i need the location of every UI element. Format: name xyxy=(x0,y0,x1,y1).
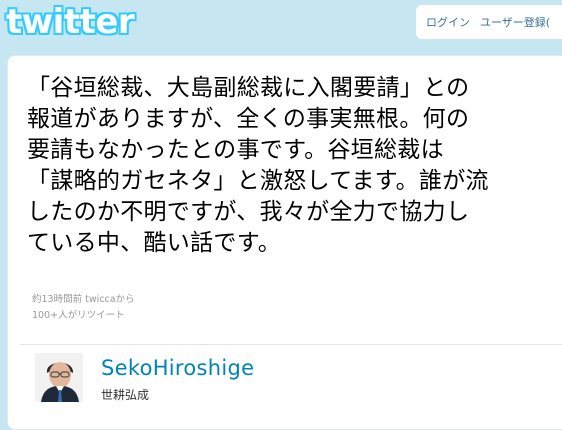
tweet-text: 「谷垣総裁、大島副総裁に入閣要請」との 報道がありますが、全くの事実無根。何の … xyxy=(27,75,489,256)
tweet-meta: 約13時間前 twiccaから 100+人がリツイート xyxy=(32,292,135,324)
user-screen-name[interactable]: SekoHiroshige xyxy=(101,355,254,381)
tweet-timestamp[interactable]: 約13時間前 twiccaから xyxy=(32,292,135,308)
retweet-count[interactable]: 100+人がリツイート xyxy=(32,308,135,324)
header: twitter ログイン ユーザー登録( xyxy=(0,0,562,50)
top-links: ログイン ユーザー登録( xyxy=(416,5,562,39)
user-full-name: 世耕弘成 xyxy=(101,388,150,402)
avatar-image xyxy=(35,353,83,402)
tweet-card: 「谷垣総裁、大島副総裁に入閣要請」との 報道がありますが、全くの事実無根。何の … xyxy=(7,55,562,430)
signup-link[interactable]: ユーザー登録( xyxy=(480,14,550,30)
divider xyxy=(20,344,562,345)
avatar[interactable] xyxy=(35,353,83,402)
login-link[interactable]: ログイン xyxy=(426,14,470,30)
twitter-logo[interactable]: twitter xyxy=(6,2,135,42)
